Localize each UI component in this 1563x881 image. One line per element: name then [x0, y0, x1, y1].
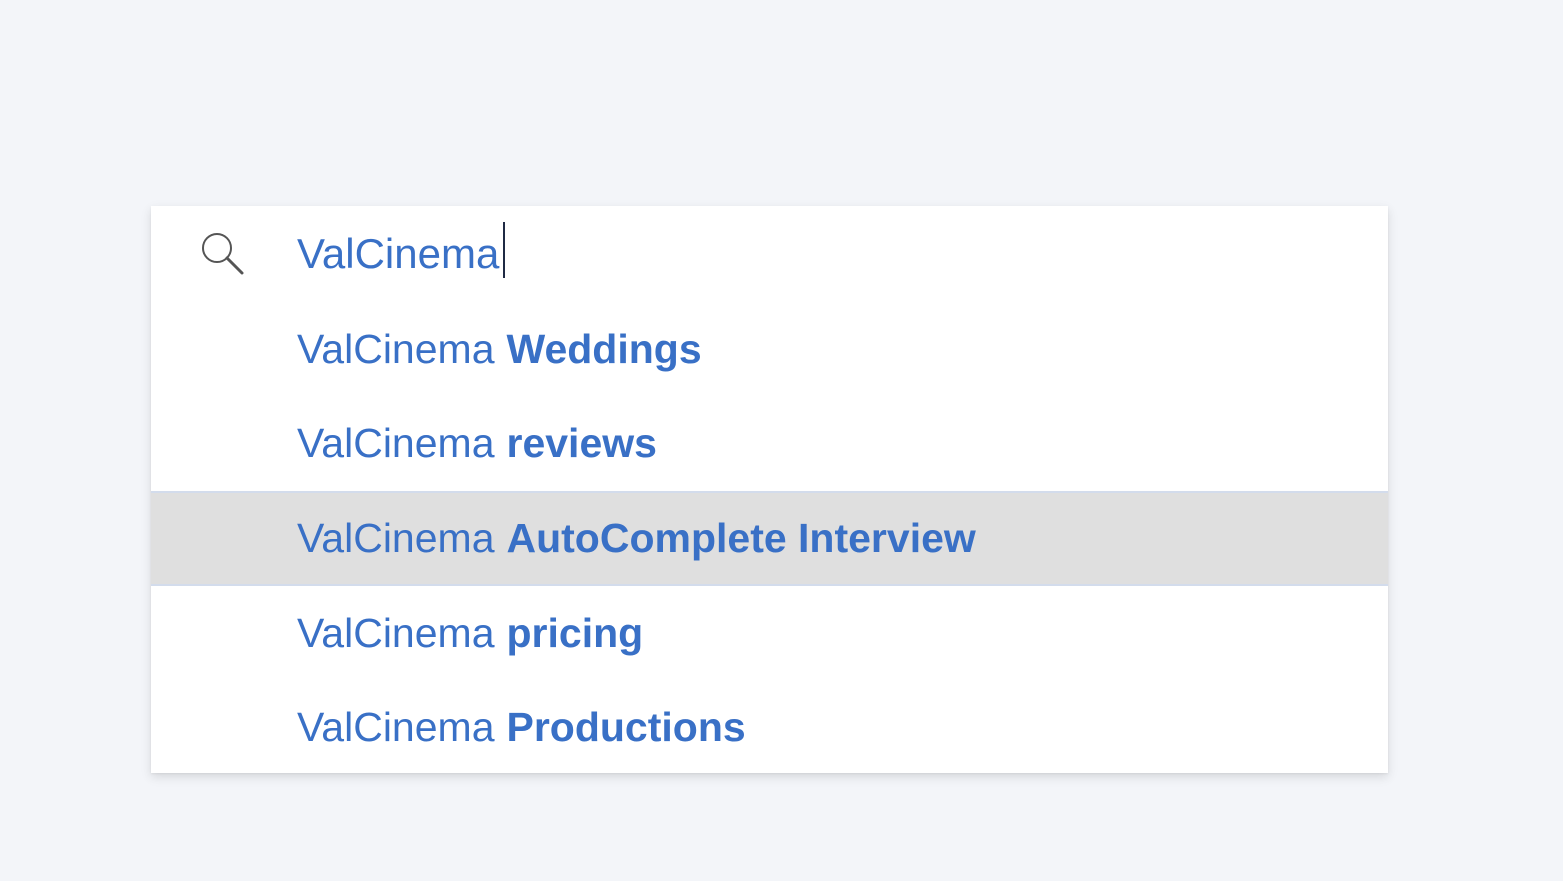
search-bar	[151, 206, 1388, 302]
search-input[interactable]	[297, 224, 1347, 284]
suggestion-item-weddings[interactable]: ValCinema Weddings	[151, 302, 1388, 397]
suggestion-completion: pricing	[506, 609, 644, 656]
suggestion-item-reviews[interactable]: ValCinema reviews	[151, 397, 1388, 492]
search-icon	[199, 230, 245, 276]
search-autocomplete: ValCinema Weddings ValCinema reviews Val…	[151, 206, 1388, 773]
suggestion-completion: AutoComplete Interview	[506, 514, 976, 561]
suggestion-prefix: ValCinema	[297, 420, 495, 467]
suggestion-prefix: ValCinema	[297, 609, 495, 656]
suggestion-item-productions[interactable]: ValCinema Productions	[151, 680, 1388, 775]
suggestion-completion: Weddings	[506, 325, 702, 372]
text-cursor	[503, 222, 505, 278]
suggestion-completion: Productions	[506, 704, 746, 751]
suggestion-completion: reviews	[506, 420, 657, 467]
suggestion-prefix: ValCinema	[297, 514, 495, 561]
suggestion-prefix: ValCinema	[297, 325, 495, 372]
suggestion-item-pricing[interactable]: ValCinema pricing	[151, 586, 1388, 681]
suggestion-list: ValCinema Weddings ValCinema reviews Val…	[151, 302, 1388, 775]
suggestion-item-autocomplete-interview[interactable]: ValCinema AutoComplete Interview	[151, 491, 1388, 586]
suggestion-prefix: ValCinema	[297, 704, 495, 751]
